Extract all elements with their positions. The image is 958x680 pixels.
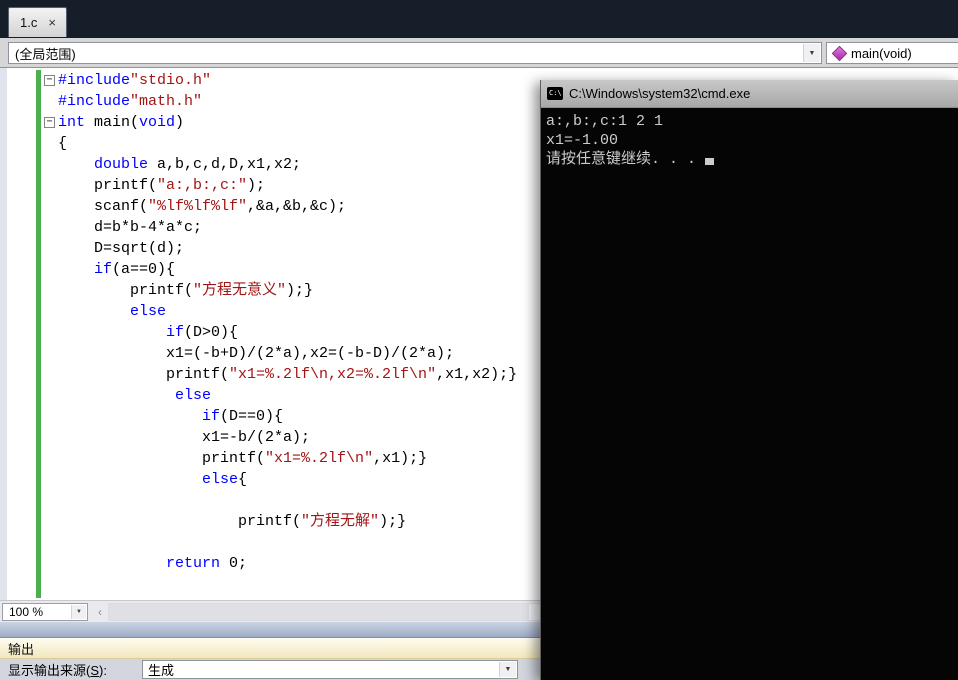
fold-collapse-icon[interactable]: − [44,117,55,128]
chevron-down-icon[interactable]: ▼ [71,605,86,619]
tab-1c[interactable]: 1.c × [8,7,67,37]
tab-label: 1.c [20,15,38,30]
console-line: a:,b:,c:1 2 1 [546,113,664,130]
method-icon [831,45,848,61]
output-panel-title: 输出 [8,641,35,657]
code-line: if(D==0){ [202,408,284,425]
change-tracking-bar [36,70,41,598]
member-dropdown-value: main(void) [851,45,912,61]
chevron-down-icon[interactable]: ▼ [499,662,516,677]
navigation-bar: (全局范围) ▼ main(void) [0,38,958,68]
editor-left-margin [0,68,7,600]
member-dropdown[interactable]: main(void) [826,42,958,64]
chevron-down-icon[interactable]: ▼ [803,44,820,62]
document-tab-bar: 1.c × [0,0,958,38]
fold-margin: − − [44,70,57,598]
code-line: printf("方程无解");} [58,513,407,530]
code-line: if(D>0){ [166,324,239,341]
code-line: printf("方程无意义");} [58,282,314,299]
output-source-label: 显示输出来源(S): [8,663,107,678]
console-text[interactable]: a:,b:,c:1 2 1 x1=-1.00 请按任意键继续. . . [541,108,958,680]
code-line: x1=-b/(2*a); [58,429,311,446]
scope-dropdown[interactable]: (全局范围) ▼ [8,42,822,64]
scrollbar-thumb[interactable] [109,604,529,620]
code-line: double a,b,c,d,D,x1,x2; [94,156,302,173]
fold-collapse-icon[interactable]: − [44,75,55,86]
code-line: #include"math.h" [58,93,203,110]
cmd-icon: C:\ [547,87,563,100]
scroll-left-icon[interactable]: ‹ [94,603,106,621]
code-line: int main(void) [58,114,185,131]
code-line: scanf("%lf%lf%lf",&a,&b,&c); [58,198,347,215]
code-line: d=b*b-4*a*c; [58,219,203,236]
code-line: x1=(-b+D)/(2*a),x2=(-b-D)/(2*a); [58,345,455,362]
code-line: printf("x1=%.2lf\n,x2=%.2lf\n",x1,x2);} [58,366,518,383]
output-source-dropdown[interactable]: 生成 ▼ [142,660,518,679]
code-line: printf("x1=%.2lf\n",x1);} [58,450,428,467]
code-line: else [175,387,212,404]
code-line: else{ [202,471,248,488]
code-line: printf("a:,b:,c:"); [58,177,266,194]
code-line: return 0; [166,555,248,572]
output-source-value: 生成 [148,663,175,678]
console-cursor [705,158,715,165]
code-line: #include"stdio.h" [58,72,212,89]
code-line: else [130,303,167,320]
scope-dropdown-value: (全局范围) [15,46,76,62]
cmd-titlebar[interactable]: C:\ C:\Windows\system32\cmd.exe [541,80,958,108]
cmd-title: C:\Windows\system32\cmd.exe [569,86,751,101]
zoom-value: 100 % [9,605,44,619]
code-lines: #include"stdio.h" #include"math.h" int mai… [58,70,517,574]
code-line: D=sqrt(d); [58,240,185,257]
cmd-window[interactable]: C:\ C:\Windows\system32\cmd.exe a:,b:,c:… [540,80,958,680]
close-icon[interactable]: × [48,16,56,29]
console-line: x1=-1.00 [546,132,619,149]
zoom-dropdown[interactable]: 100 % ▼ [2,603,88,621]
code-line: if(a==0){ [94,261,176,278]
console-line: 请按任意键继续. . . [546,150,958,169]
code-line: { [58,135,68,152]
